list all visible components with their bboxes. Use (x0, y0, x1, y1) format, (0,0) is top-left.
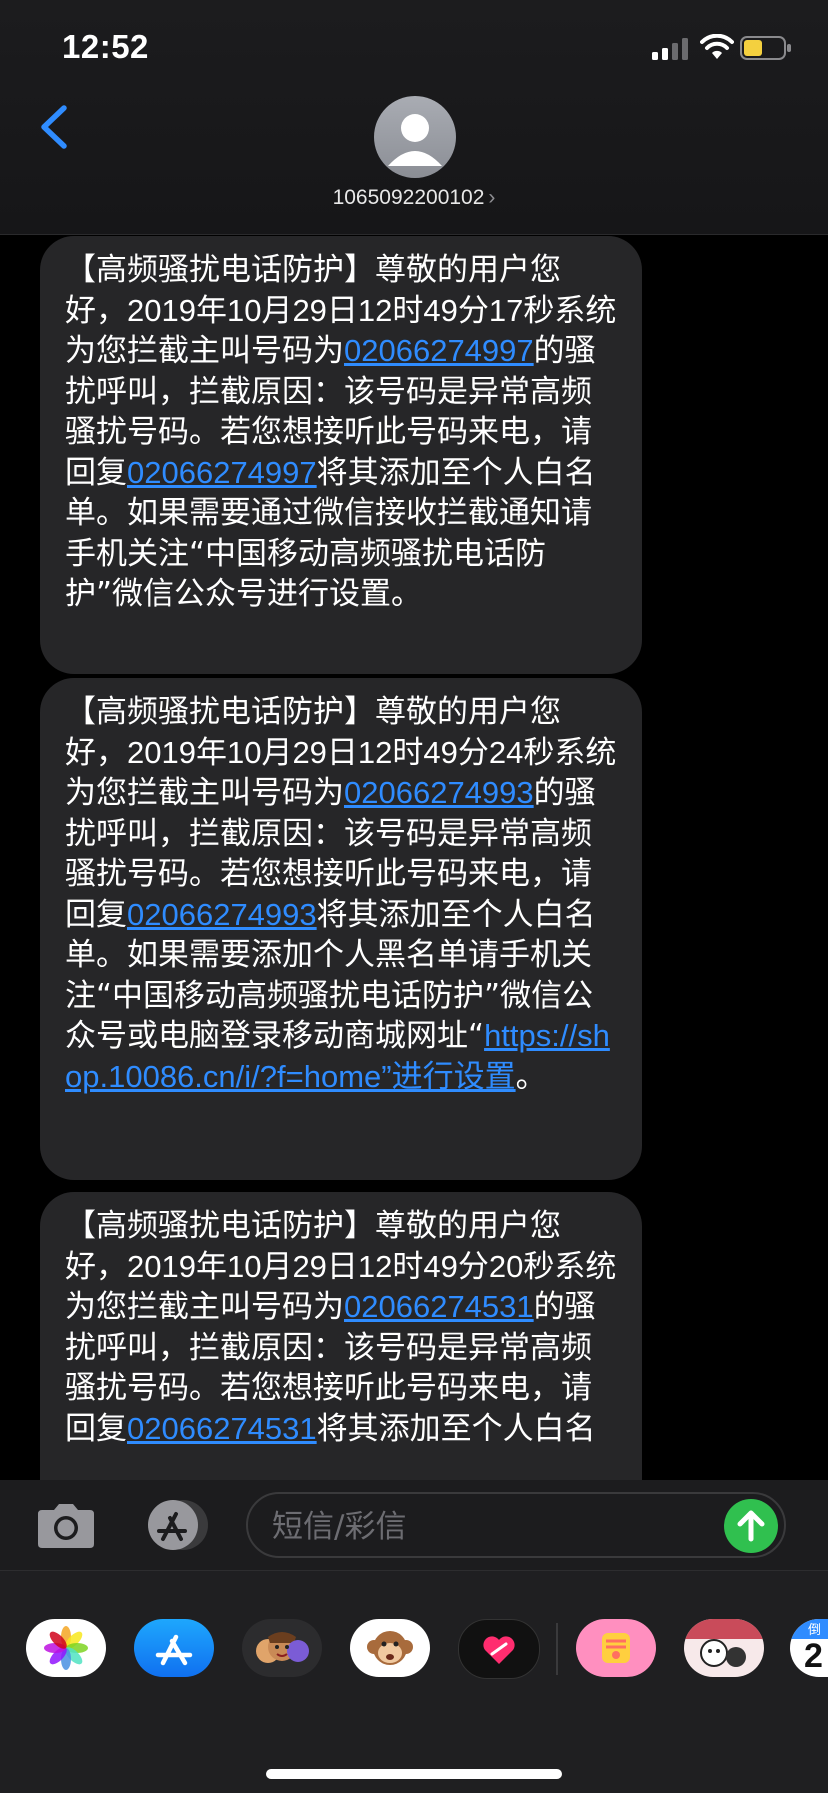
person-icon (388, 114, 442, 166)
back-chevron-icon[interactable] (36, 104, 72, 150)
drawer-divider (556, 1623, 558, 1675)
phone-link[interactable]: 02066274997 (127, 455, 317, 490)
message-bubble[interactable]: 【高频骚扰电话防护】尊敬的用户您好，2019年10月29日12时49分20秒系统… (40, 1192, 642, 1480)
digital-touch-heart-icon (483, 1636, 515, 1664)
wifi-icon (700, 34, 734, 59)
send-button[interactable] (724, 1499, 778, 1553)
message-input-field[interactable] (246, 1492, 786, 1558)
message-text: 【高频骚扰电话防护】尊敬的用户您好，2019年10月29日12时49分17秒系统… (65, 252, 617, 612)
phone-link[interactable]: 02066274531 (344, 1289, 534, 1324)
cartoon-sticker-icon (684, 1619, 764, 1667)
digital-touch-app-button[interactable] (458, 1619, 540, 1679)
memoji-icon (256, 1632, 309, 1663)
photos-app-button[interactable] (26, 1619, 106, 1677)
animoji-monkey-icon (367, 1631, 413, 1665)
photos-icon (44, 1626, 88, 1670)
imessage-app-drawer: 倒 2 (0, 1570, 828, 1793)
phone-link[interactable]: 02066274531 (127, 1411, 317, 1446)
phone-link[interactable]: 02066274993 (344, 775, 534, 810)
sticker-app-button[interactable] (576, 1619, 656, 1677)
phone-link[interactable]: 02066274993 (127, 897, 317, 932)
contact-number: 1065092200102 (332, 186, 485, 209)
signal-bars-icon (652, 38, 688, 60)
phone-link[interactable]: 02066274997 (344, 333, 534, 368)
status-time: 12:52 (62, 28, 149, 65)
app-store-app-button[interactable] (134, 1619, 214, 1677)
animoji-app-button[interactable] (350, 1619, 430, 1677)
contact-name[interactable]: 1065092200102 › (0, 186, 828, 210)
message-text: 【高频骚扰电话防护】尊敬的用户您好，2019年10月29日12时49分20秒系统… (65, 1208, 617, 1447)
message-bubble[interactable]: 【高频骚扰电话防护】尊敬的用户您好，2019年10月29日12时49分17秒系统… (40, 236, 642, 674)
countdown-app-button[interactable]: 倒 2 (790, 1619, 828, 1677)
arrow-up-icon (737, 1510, 765, 1542)
sticker-app-icon (602, 1633, 630, 1663)
memoji-app-button[interactable] (242, 1619, 322, 1677)
app-store-icon (155, 1634, 193, 1666)
message-thread[interactable]: 【高频骚扰电话防护】尊敬的用户您好，2019年10月29日12时49分17秒系统… (0, 236, 828, 1480)
message-text: 【高频骚扰电话防护】尊敬的用户您好，2019年10月29日12时49分24秒系统… (65, 694, 617, 1095)
calendar-badge-top: 倒 (808, 1623, 822, 1638)
battery-icon (740, 36, 791, 60)
message-bubble[interactable]: 【高频骚扰电话防护】尊敬的用户您好，2019年10月29日12时49分24秒系统… (40, 678, 642, 1180)
camera-icon[interactable] (34, 1500, 98, 1552)
app-store-icon[interactable] (140, 1498, 210, 1552)
contact-avatar[interactable] (374, 96, 456, 178)
compose-bar (0, 1480, 828, 1570)
chevron-right-icon: › (488, 186, 496, 209)
calendar-badge-number: 2 (804, 1637, 823, 1675)
cartoon-sticker-app-button[interactable] (684, 1619, 764, 1677)
home-indicator[interactable] (266, 1769, 562, 1779)
message-input[interactable] (270, 1504, 704, 1550)
conversation-header: 12:52 1065092200102 › (0, 0, 828, 235)
